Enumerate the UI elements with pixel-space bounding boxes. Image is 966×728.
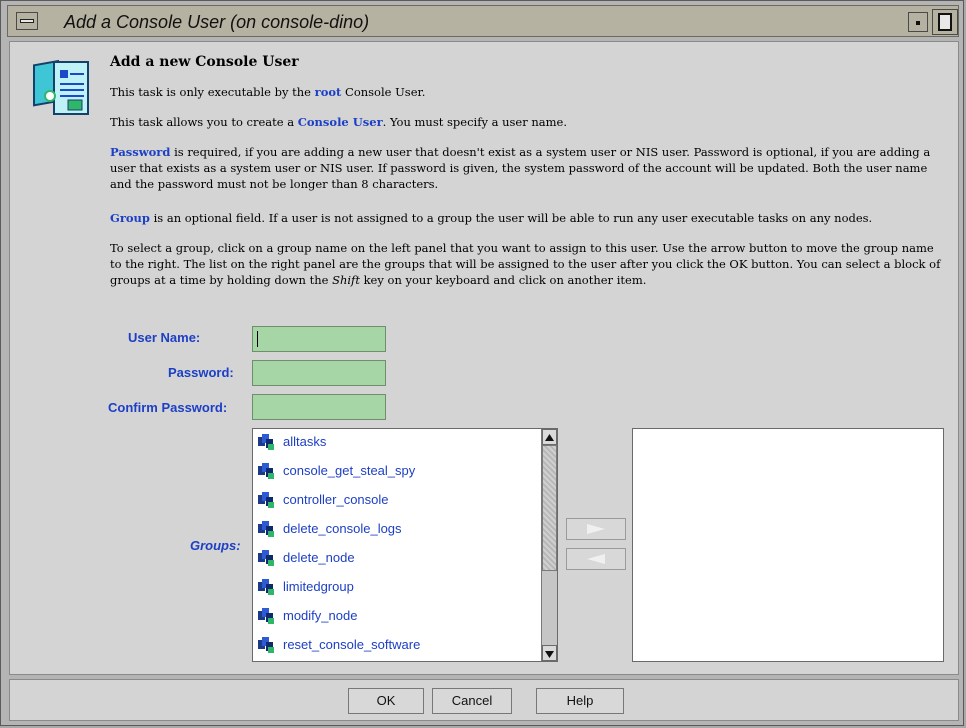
group-name: controller_console <box>283 492 389 507</box>
intro-paragraph-5: To select a group, click on a group name… <box>110 240 942 288</box>
group-name: delete_console_logs <box>283 521 402 536</box>
assigned-groups-list[interactable] <box>632 428 944 662</box>
group-name: delete_node <box>283 550 355 565</box>
groups-scrollbar[interactable] <box>541 429 557 661</box>
group-icon <box>257 462 275 480</box>
text-caret <box>257 331 258 347</box>
window-title: Add a Console User (on console-dino) <box>64 12 370 32</box>
group-icon <box>257 636 275 654</box>
group-icon <box>257 549 275 567</box>
password-input[interactable] <box>252 360 386 386</box>
scroll-up-button[interactable] <box>542 429 557 445</box>
cancel-button[interactable]: Cancel <box>432 688 512 714</box>
password-label: Password: <box>168 365 234 380</box>
maximize-button[interactable] <box>932 9 958 35</box>
group-icon <box>257 491 275 509</box>
scroll-down-button[interactable] <box>542 645 557 661</box>
scrollbar-thumb[interactable] <box>542 445 557 571</box>
group-name: alltasks <box>283 434 327 449</box>
minimize-button[interactable] <box>908 12 928 32</box>
keyword-console-user: Console User <box>297 115 383 129</box>
available-groups-list[interactable]: alltasks console_get_steal_spy controller_… <box>252 428 558 662</box>
text: Console User. <box>341 85 426 99</box>
text: . You must specify a user name. <box>382 115 568 129</box>
confirm-password-input[interactable] <box>252 394 386 420</box>
dialog-content: Add a new Console User This task is only… <box>9 41 959 675</box>
groups-label: Groups: <box>190 538 241 553</box>
add-user-task-icon <box>33 59 89 115</box>
group-icon <box>257 520 275 538</box>
help-button[interactable]: Help <box>536 688 624 714</box>
group-name: console_get_steal_spy <box>283 463 416 478</box>
user-name-label: User Name: <box>128 330 201 345</box>
keyword-password: Password <box>110 145 171 159</box>
text: This task allows you to create a <box>110 115 298 129</box>
intro-paragraph-3: Password is required, if you are adding … <box>110 144 942 192</box>
group-icon <box>257 578 275 596</box>
button-bar: OK Cancel Help <box>9 679 959 721</box>
up-arrow-icon <box>545 434 554 441</box>
keyword-group: Group <box>110 211 150 225</box>
keyword-shift: Shift <box>332 273 360 287</box>
text: key on your keyboard and click on anothe… <box>359 273 647 287</box>
move-left-button[interactable] <box>566 548 626 570</box>
text: This task is only executable by the <box>110 85 315 99</box>
minimize-icon <box>916 21 920 25</box>
intro-paragraph-2: This task allows you to create a Console… <box>110 114 942 130</box>
user-name-input[interactable] <box>252 326 386 352</box>
page-heading: Add a new Console User <box>110 54 299 70</box>
text: is an optional field. If a user is not a… <box>149 211 873 225</box>
maximize-icon <box>938 13 952 31</box>
ok-button[interactable]: OK <box>348 688 424 714</box>
group-name: limitedgroup <box>283 579 354 594</box>
left-arrow-icon <box>587 554 605 564</box>
window-menu-button[interactable] <box>16 12 38 30</box>
confirm-password-label: Confirm Password: <box>108 400 228 415</box>
group-icon <box>257 433 275 451</box>
text: is required, if you are adding a new use… <box>110 145 931 191</box>
menu-bar-icon <box>20 19 34 23</box>
group-name: reset_console_software <box>283 637 421 652</box>
move-right-button[interactable] <box>566 518 626 540</box>
intro-paragraph-4: Group is an optional field. If a user is… <box>110 210 942 226</box>
title-bar[interactable]: Add a Console User (on console-dino) <box>7 5 959 37</box>
group-icon <box>257 607 275 625</box>
down-arrow-icon <box>545 651 554 658</box>
right-arrow-icon <box>587 524 605 534</box>
keyword-root: root <box>314 85 342 99</box>
dialog-window: Add a Console User (on console-dino) Add… <box>0 0 964 726</box>
group-name: modify_node <box>283 608 358 623</box>
intro-paragraph-1: This task is only executable by the root… <box>110 84 942 100</box>
